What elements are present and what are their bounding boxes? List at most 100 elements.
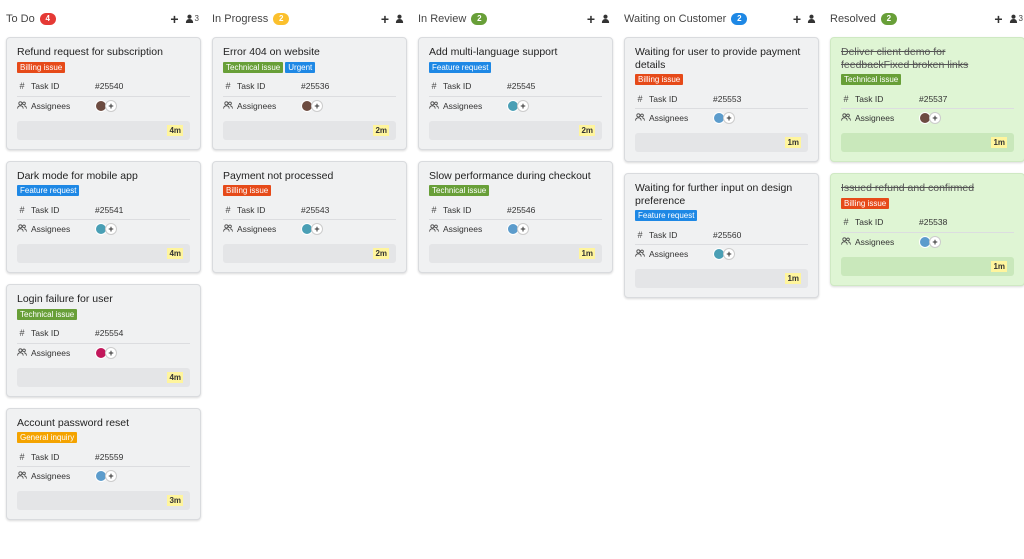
task-card[interactable]: Error 404 on website Technical issue Urge… xyxy=(212,37,407,150)
task-card[interactable]: Dark mode for mobile app Feature request… xyxy=(6,160,201,273)
members-button[interactable]: 3 xyxy=(185,14,199,23)
card-footer: 1m xyxy=(635,133,808,152)
column-title: In Progress 2 xyxy=(212,12,290,25)
assignees-row: Assignees + xyxy=(841,231,1014,251)
add-card-button[interactable]: + xyxy=(793,12,801,26)
add-card-button[interactable]: + xyxy=(587,12,595,26)
task-card[interactable]: Refund request for subscription Billing … xyxy=(6,37,201,150)
add-assignee-button[interactable]: + xyxy=(517,99,529,112)
add-assignee-button[interactable]: + xyxy=(105,346,117,359)
hash-icon: # xyxy=(431,81,437,91)
add-assignee-button[interactable]: + xyxy=(105,99,117,112)
task-id-label-wrap: # Task ID xyxy=(223,81,301,91)
time-badge: 4m xyxy=(167,371,183,383)
column-name: Resolved xyxy=(830,12,876,25)
card-footer: 4m xyxy=(17,244,190,263)
add-assignee-button[interactable]: + xyxy=(105,223,117,235)
hash-icon: # xyxy=(19,328,25,338)
people-icon xyxy=(429,100,439,111)
task-card[interactable]: Add multi-language support Feature reque… xyxy=(418,37,613,150)
tag-badge: Urgent xyxy=(285,61,316,73)
time-badge: 2m xyxy=(373,124,389,136)
time-badge: 1m xyxy=(991,260,1007,272)
task-card[interactable]: Waiting for further input on design pref… xyxy=(624,173,819,298)
assignee-avatars: + xyxy=(713,112,735,124)
card-footer: 3m xyxy=(17,491,190,510)
card-tags: General inquiry xyxy=(17,432,190,443)
hash-icon: # xyxy=(843,217,849,227)
assignees-label-wrap: Assignees xyxy=(429,101,507,111)
card-title: Add multi-language support xyxy=(429,46,558,58)
card-title: Payment not processed xyxy=(223,169,334,182)
add-assignee-button[interactable]: + xyxy=(311,223,323,235)
assignees-label: Assignees xyxy=(237,100,277,111)
assignees-row: Assignees + xyxy=(635,244,808,263)
time-badge: 4m xyxy=(167,124,183,136)
column-title: To Do 4 xyxy=(6,12,56,25)
assignees-label: Assignees xyxy=(855,113,895,123)
assignee-avatars: + xyxy=(95,223,117,235)
assignee-avatars: + xyxy=(919,112,941,124)
task-card[interactable]: Slow performance during checkout Technic… xyxy=(418,160,613,273)
add-card-button[interactable]: + xyxy=(170,12,178,26)
assignees-label: Assignees xyxy=(237,224,277,234)
card-title: Waiting for further input on design pref… xyxy=(635,182,793,207)
task-id-value: #25545 xyxy=(507,81,536,91)
card-footer: 2m xyxy=(223,244,396,263)
add-card-button[interactable]: + xyxy=(381,12,389,26)
card-title: Waiting for user to provide payment deta… xyxy=(635,46,801,71)
person-icon xyxy=(807,14,816,23)
column-count-badge: 2 xyxy=(471,12,488,25)
task-id-row: # Task ID #25545 xyxy=(429,77,602,96)
task-card[interactable]: Waiting for user to provide payment deta… xyxy=(624,37,819,162)
task-card[interactable]: Deliver client demo for feedbackFixed br… xyxy=(830,37,1024,162)
card-tags: Feature request xyxy=(635,210,808,221)
members-button[interactable] xyxy=(807,14,817,23)
add-assignee-button[interactable]: + xyxy=(311,99,323,112)
add-assignee-button[interactable]: + xyxy=(723,112,735,124)
add-assignee-button[interactable]: + xyxy=(723,248,735,260)
assignees-row: Assignees + xyxy=(17,219,190,238)
card-footer: 4m xyxy=(17,367,190,387)
column-to-do: To Do 4 + 3 Refund request for subscript… xyxy=(6,0,201,559)
add-assignee-button[interactable]: + xyxy=(517,223,529,235)
task-id-label: Task ID xyxy=(31,328,60,338)
assignees-label-wrap: Assignees xyxy=(841,237,919,247)
add-assignee-button[interactable]: + xyxy=(929,112,941,124)
task-card[interactable]: Login failure for user Technical issue #… xyxy=(6,284,201,397)
add-card-button[interactable]: + xyxy=(994,12,1002,26)
members-button[interactable]: 3 xyxy=(1009,14,1023,23)
card-footer: 1m xyxy=(841,256,1014,276)
time-badge: 2m xyxy=(373,248,389,259)
hash-icon: # xyxy=(431,204,437,215)
task-card[interactable]: Issued refund and confirmed Billing issu… xyxy=(830,173,1024,286)
column-name: Waiting on Customer xyxy=(624,12,727,25)
members-button[interactable] xyxy=(395,14,405,23)
task-id-value: #25540 xyxy=(95,81,124,91)
card-tags: Technical issue xyxy=(841,74,1014,85)
add-assignee-button[interactable]: + xyxy=(929,235,941,248)
card-title: Dark mode for mobile app xyxy=(17,169,138,182)
tag-badge: Technical issue xyxy=(429,185,490,196)
column-name: In Review xyxy=(418,12,467,25)
card-footer: 1m xyxy=(429,244,602,263)
hash-icon: # xyxy=(637,229,643,240)
task-card[interactable]: Payment not processed Billing issue # Ta… xyxy=(212,160,407,273)
members-button[interactable] xyxy=(601,14,611,23)
task-card[interactable]: Account password reset General inquiry #… xyxy=(6,407,201,520)
card-footer: 4m xyxy=(17,120,190,140)
assignees-row: Assignees + xyxy=(17,466,190,485)
assignee-avatars: + xyxy=(919,235,941,248)
people-icon xyxy=(17,224,27,234)
column-header: To Do 4 + 3 xyxy=(6,0,201,37)
assignees-label: Assignees xyxy=(443,224,483,234)
task-id-label: Task ID xyxy=(855,93,884,104)
task-id-value: #25538 xyxy=(919,217,948,227)
task-id-value: #25546 xyxy=(507,204,536,215)
task-id-row: # Task ID #25560 xyxy=(635,225,808,244)
add-assignee-button[interactable]: + xyxy=(105,470,117,482)
column-header: Resolved 2 + 3 xyxy=(830,0,1024,37)
task-id-value: #25537 xyxy=(919,93,948,104)
task-id-label-wrap: # Task ID xyxy=(223,205,301,215)
column-in-review: In Review 2 + Add multi-language support… xyxy=(418,0,613,559)
